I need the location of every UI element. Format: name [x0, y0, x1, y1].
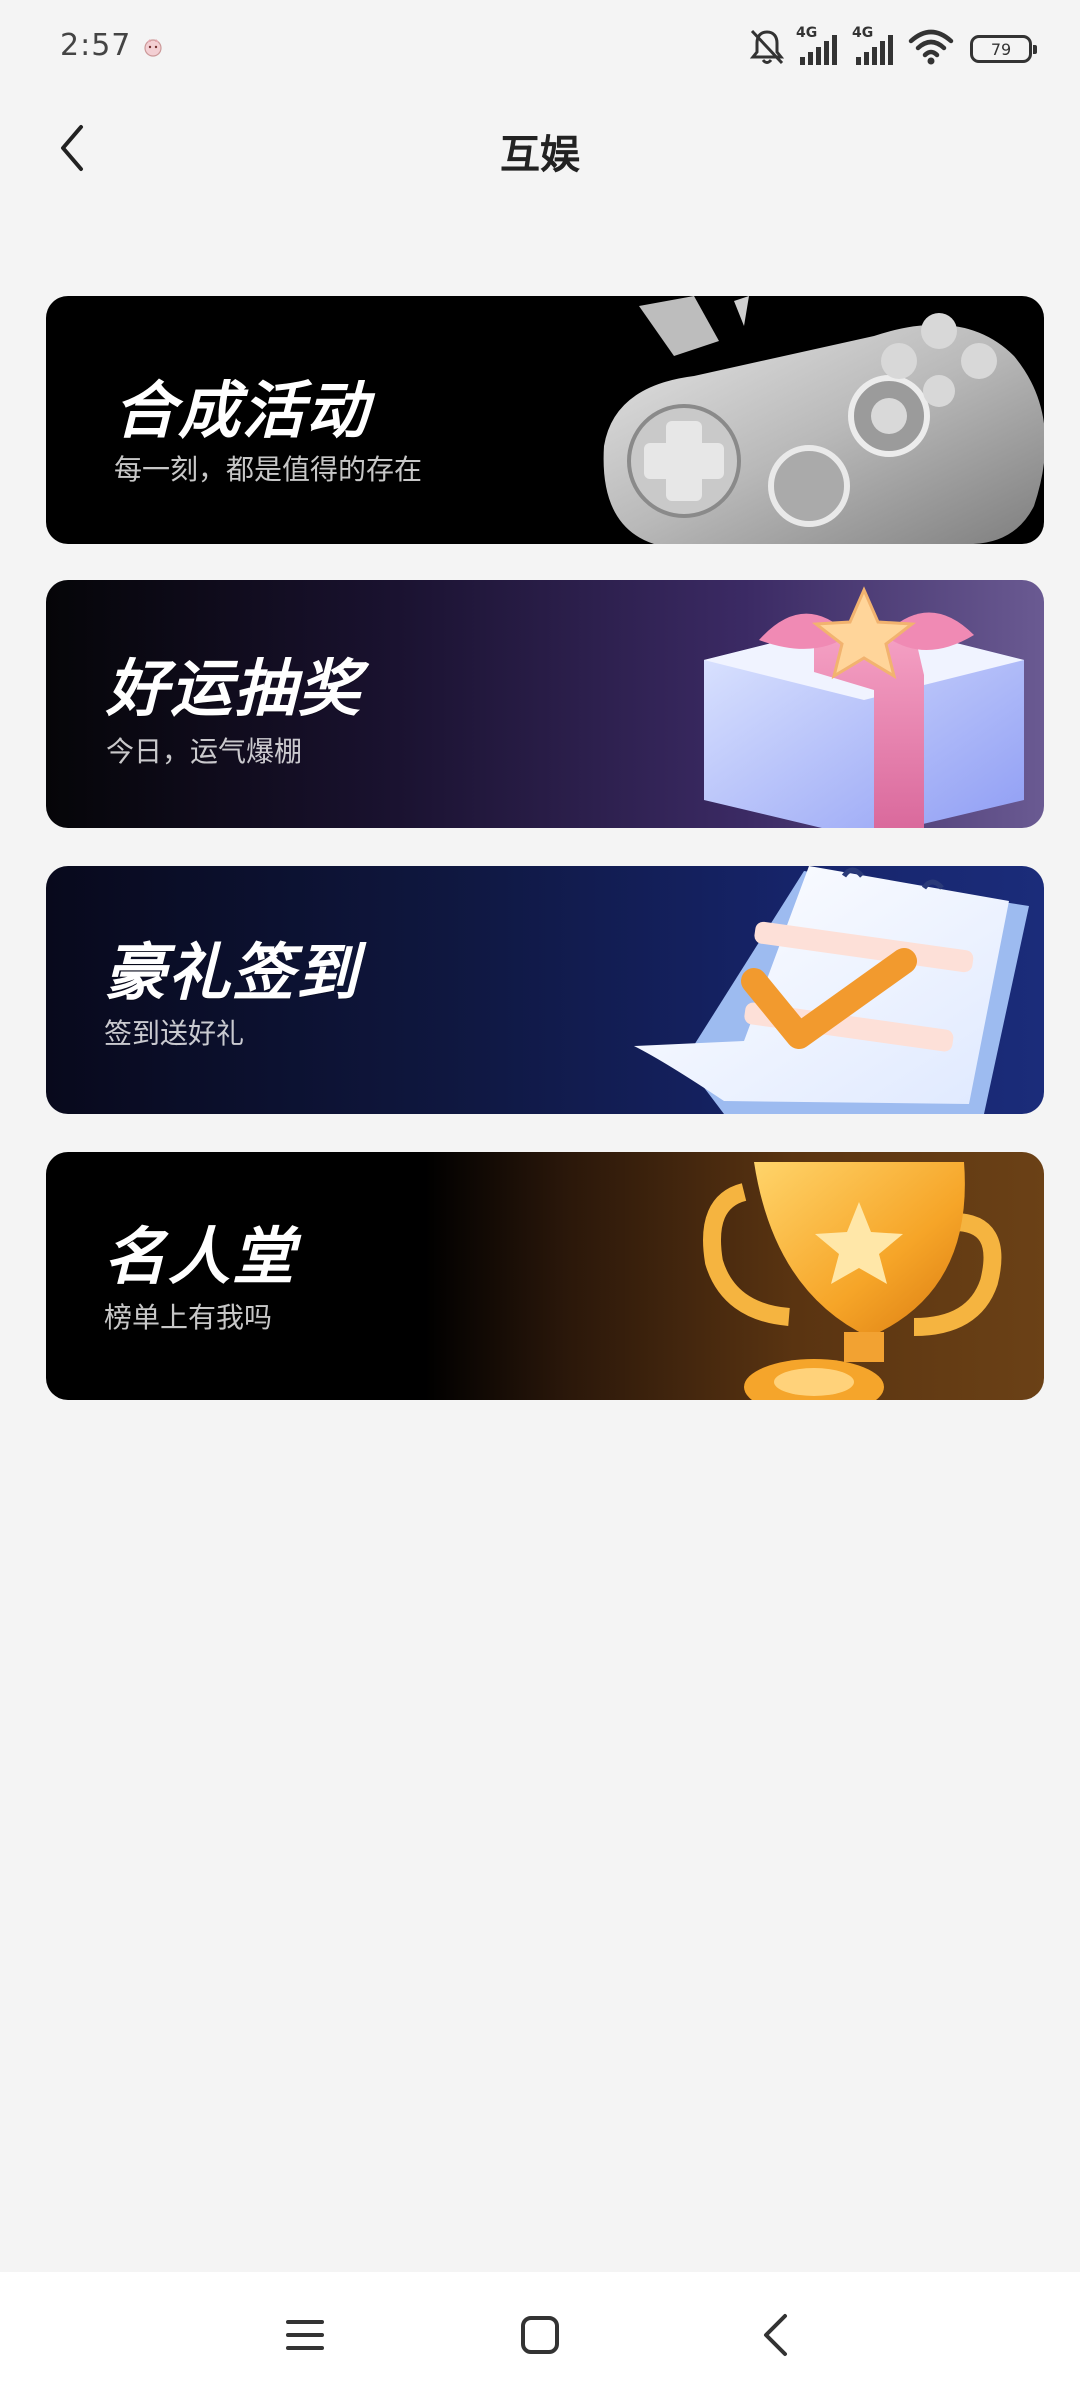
status-bar: 2:57 4G 4G 79: [0, 0, 1080, 100]
gamepad-icon: [603, 296, 1044, 544]
gift-box-icon: [704, 586, 1024, 828]
card-title: 名人堂: [104, 1220, 297, 1293]
app-notification-icon: [142, 36, 164, 62]
card-title: 合成活动: [114, 374, 371, 447]
card-subtitle: 今日，运气爆棚: [106, 735, 303, 768]
card-title: 好运抽奖: [106, 652, 363, 725]
bell-muted-icon: [748, 27, 786, 71]
wifi-icon: [908, 27, 954, 71]
card-lucky-draw[interactable]: 好运抽奖 今日，运气爆棚: [46, 580, 1044, 828]
menu-icon: [284, 2317, 326, 2357]
battery-icon: 79: [970, 35, 1037, 63]
card-subtitle: 榜单上有我吗: [104, 1301, 273, 1334]
recent-apps-button[interactable]: [270, 2302, 340, 2372]
signal-icon: 4G: [852, 25, 898, 69]
screen: 2:57 4G 4G 79 互娱 合成活动 每一刻，都是值得的存在 好运抽奖 今…: [0, 0, 1080, 2400]
card-synthesis-activity[interactable]: 合成活动 每一刻，都是值得的存在: [46, 296, 1044, 544]
trophy-icon: [703, 1162, 1002, 1400]
card-hall-of-fame[interactable]: 名人堂 榜单上有我吗: [46, 1152, 1044, 1400]
header: 互娱: [0, 100, 1080, 200]
status-icons: 4G 4G 79: [748, 25, 1037, 72]
navigation-bar: [0, 2272, 1080, 2400]
battery-level: 79: [990, 39, 1012, 59]
home-square-icon: [519, 2314, 561, 2360]
signal-icon: 4G: [796, 25, 842, 69]
card-subtitle: 签到送好礼: [104, 1017, 245, 1050]
system-back-button[interactable]: [740, 2302, 810, 2372]
calendar-check-icon: [634, 866, 1029, 1114]
card-gift-checkin[interactable]: 豪礼签到 签到送好礼: [46, 866, 1044, 1114]
card-subtitle: 每一刻，都是值得的存在: [114, 453, 423, 486]
home-button[interactable]: [505, 2302, 575, 2372]
card-title: 豪礼签到: [104, 936, 361, 1009]
page-title: 互娱: [500, 132, 580, 178]
back-triangle-icon: [760, 2312, 790, 2362]
status-time: 2:57: [60, 28, 132, 63]
